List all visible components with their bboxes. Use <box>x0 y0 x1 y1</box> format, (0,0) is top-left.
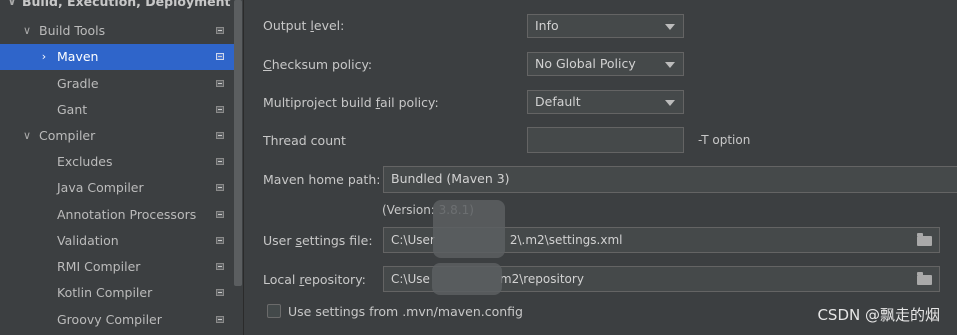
tree-item-gradle[interactable]: Gradle <box>0 71 234 97</box>
project-settings-icon <box>216 158 224 165</box>
output-level-dropdown[interactable]: Info <box>527 14 684 38</box>
tree-item-label: Groovy Compiler <box>57 312 162 327</box>
tree-item-excludes[interactable]: Excludes <box>0 149 234 175</box>
user-settings-file-label: User settings file: <box>263 233 373 248</box>
output-level-label: Output level: <box>263 18 344 33</box>
tree-item-gant[interactable]: Gant <box>0 97 234 123</box>
label-text: ail policy: <box>380 95 439 110</box>
label-text: User <box>263 233 296 248</box>
checksum-policy-dropdown[interactable]: No Global Policy <box>527 52 684 76</box>
label-text: Output <box>263 18 311 33</box>
tree-item-maven[interactable]: › Maven <box>0 44 234 70</box>
tree-item-label: Gant <box>57 102 88 117</box>
chevron-down-icon: ∨ <box>22 129 32 142</box>
dropdown-arrow-icon <box>665 100 675 106</box>
chevron-right-icon: › <box>41 50 47 63</box>
redaction-blur <box>432 263 502 295</box>
project-settings-icon <box>216 80 224 87</box>
project-settings-icon <box>216 132 224 139</box>
tree-item-label: Gradle <box>57 76 99 91</box>
project-settings-icon <box>216 211 224 218</box>
thread-count-label: Thread count <box>263 133 346 148</box>
maven-home-path-combobox[interactable]: Bundled (Maven 3) <box>383 166 957 193</box>
dropdown-value: Info <box>535 18 559 33</box>
path-end: 2\.m2\settings.xml <box>509 233 623 247</box>
tree-item-label: RMI Compiler <box>57 259 141 274</box>
maven-home-path-label: Maven home path: <box>263 172 381 187</box>
multiproject-fail-policy-label: Multiproject build fail policy: <box>263 95 439 110</box>
thread-count-input[interactable] <box>527 127 684 153</box>
label-text: hecksum policy: <box>271 57 373 72</box>
folder-icon[interactable] <box>917 272 932 285</box>
dropdown-arrow-icon <box>665 24 675 30</box>
label-mnemonic: C <box>263 57 272 72</box>
label-text: ettings file: <box>301 233 373 248</box>
chevron-down-icon: ∨ <box>7 0 17 8</box>
use-mvn-config-label[interactable]: Use settings from .mvn/maven.config <box>288 304 523 319</box>
folder-icon[interactable] <box>917 233 932 246</box>
tree-item-kotlin-compiler[interactable]: Kotlin Compiler <box>0 280 234 306</box>
path-start: C:\User <box>391 233 435 247</box>
tree-item-label: Annotation Processors <box>57 207 197 222</box>
label-text: evel: <box>313 18 345 33</box>
project-settings-icon <box>216 316 224 323</box>
project-settings-icon <box>216 289 224 296</box>
tree-item-label: Build Tools <box>39 23 106 38</box>
multiproject-fail-policy-dropdown[interactable]: Default <box>527 90 684 114</box>
tree-item-validation[interactable]: Validation <box>0 228 234 254</box>
project-settings-icon <box>216 263 224 270</box>
tree-item-build-tools[interactable]: ∨ Build Tools <box>0 18 234 44</box>
tree-item-label: Java Compiler <box>57 180 144 195</box>
local-repository-label: Local repository: <box>263 272 366 287</box>
path-end: m2\repository <box>499 272 584 286</box>
chevron-down-icon: ∨ <box>22 24 32 37</box>
project-settings-icon <box>216 237 224 244</box>
project-settings-icon <box>216 53 224 60</box>
label-text: Local <box>263 272 300 287</box>
checksum-policy-label: Checksum policy: <box>263 57 372 72</box>
tree-item-groovy-compiler[interactable]: Groovy Compiler <box>0 307 234 333</box>
path-start: C:\Use <box>391 272 430 286</box>
settings-tree: ∨ Build, Execution, Deployment ∨ Build T… <box>0 0 234 335</box>
dropdown-arrow-icon <box>665 62 675 68</box>
tree-item-label: Compiler <box>39 128 96 143</box>
tree-item-label: Maven <box>57 49 99 64</box>
tree-item-annotation-processors[interactable]: Annotation Processors <box>0 202 234 228</box>
tree-section-build-execution-deployment[interactable]: ∨ Build, Execution, Deployment <box>0 0 234 15</box>
label-text: Multiproject build <box>263 95 376 110</box>
tree-item-label: Excludes <box>57 154 113 169</box>
tree-item-label: Kotlin Compiler <box>57 285 153 300</box>
tree-item-java-compiler[interactable]: Java Compiler <box>0 175 234 201</box>
tree-item-label: Validation <box>57 233 119 248</box>
project-settings-icon <box>216 27 224 34</box>
tree-item-compiler[interactable]: ∨ Compiler <box>0 123 234 149</box>
tree-section-label: Build, Execution, Deployment <box>22 0 231 9</box>
project-settings-icon <box>216 106 224 113</box>
csdn-watermark: CSDN @飘走的烟 <box>817 306 940 324</box>
project-settings-icon <box>216 184 224 191</box>
use-mvn-config-checkbox[interactable] <box>267 304 281 318</box>
sidebar-scrollbar[interactable] <box>234 0 242 286</box>
dropdown-value: Default <box>535 94 581 109</box>
label-text: epository: <box>304 272 366 287</box>
thread-count-hint: -T option <box>698 133 751 147</box>
panel-divider[interactable] <box>243 0 244 335</box>
dropdown-value: No Global Policy <box>535 56 636 71</box>
tree-item-rmi-compiler[interactable]: RMI Compiler <box>0 254 234 280</box>
redaction-blur <box>433 200 505 258</box>
